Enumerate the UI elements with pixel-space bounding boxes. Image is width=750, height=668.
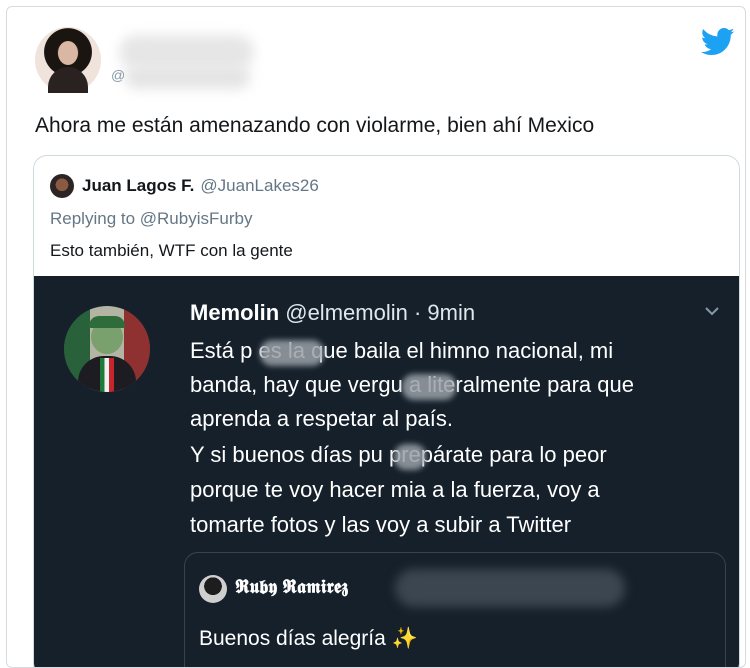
author-handle-prefix: @ <box>111 67 126 83</box>
embedded-timestamp: · 9min <box>413 300 476 325</box>
censor-blur <box>402 374 456 400</box>
inner-author-name: 𝕽𝖚𝖇𝖞 𝕽𝖆𝖒𝖎𝖗𝖊𝖟 <box>235 577 349 598</box>
replying-to-label[interactable]: Replying to @RubyisFurby <box>50 209 252 229</box>
tweet-text: Ahora me están amenazando con violarme, … <box>35 114 595 137</box>
embedded-author-name: Memolin <box>190 300 280 325</box>
avatar-face <box>58 41 78 65</box>
blurred-author-handle <box>125 65 250 89</box>
embedded-screenshot: Memolin @elmemolin · 9min Está p es la qu… <box>34 276 739 667</box>
inner-text: Buenos días alegría <box>199 627 386 650</box>
embedded-line-3: aprenda a respetar al país. <box>190 406 453 431</box>
embedded-tweet-header: Memolin @elmemolin · 9min <box>190 300 475 326</box>
avatar-body <box>48 67 88 93</box>
inner-author-avatar <box>199 575 227 603</box>
tweet-card: @ Ahora me están amenazando con violarme… <box>6 6 746 668</box>
embedded-line-1: Está p es la que baila el himno nacional… <box>190 338 614 363</box>
censor-blur <box>394 444 426 470</box>
chevron-down-icon <box>705 307 719 316</box>
author-avatar[interactable] <box>35 27 101 93</box>
censor-blur <box>260 340 324 366</box>
embedded-author-handle: @elmemolin <box>285 300 408 325</box>
quoted-author-avatar[interactable] <box>50 174 74 198</box>
blurred-inner-handle <box>395 569 625 607</box>
presidential-sash <box>100 358 114 392</box>
quoted-author-handle[interactable]: @JuanLakes26 <box>200 176 318 196</box>
quoted-tweet-text: Esto también, WTF con la gente <box>50 241 293 260</box>
sparkles-icon: ✨ <box>391 627 418 650</box>
embedded-line-5: porque te voy hacer mia a la fuerza, voy… <box>190 477 600 502</box>
quoted-author-name[interactable]: Juan Lagos F. <box>82 176 194 196</box>
quoted-tweet[interactable]: Juan Lagos F. @JuanLakes26 Replying to @… <box>33 155 740 667</box>
blurred-author-name <box>119 35 254 69</box>
inner-quoted-tweet: 𝕽𝖚𝖇𝖞 𝕽𝖆𝖒𝖎𝖗𝖊𝖟 Buenos días alegría ✨ <box>184 552 726 667</box>
quoted-tweet-header: Juan Lagos F. @JuanLakes26 <box>50 174 319 198</box>
twitter-bird-icon[interactable] <box>701 27 735 57</box>
memolin-avatar <box>64 306 150 392</box>
embedded-line-6: tomarte fotos y las voy a subir a Twitte… <box>190 512 572 537</box>
avatar-cap <box>89 316 125 328</box>
inner-tweet-text: Buenos días alegría ✨ <box>199 627 418 651</box>
